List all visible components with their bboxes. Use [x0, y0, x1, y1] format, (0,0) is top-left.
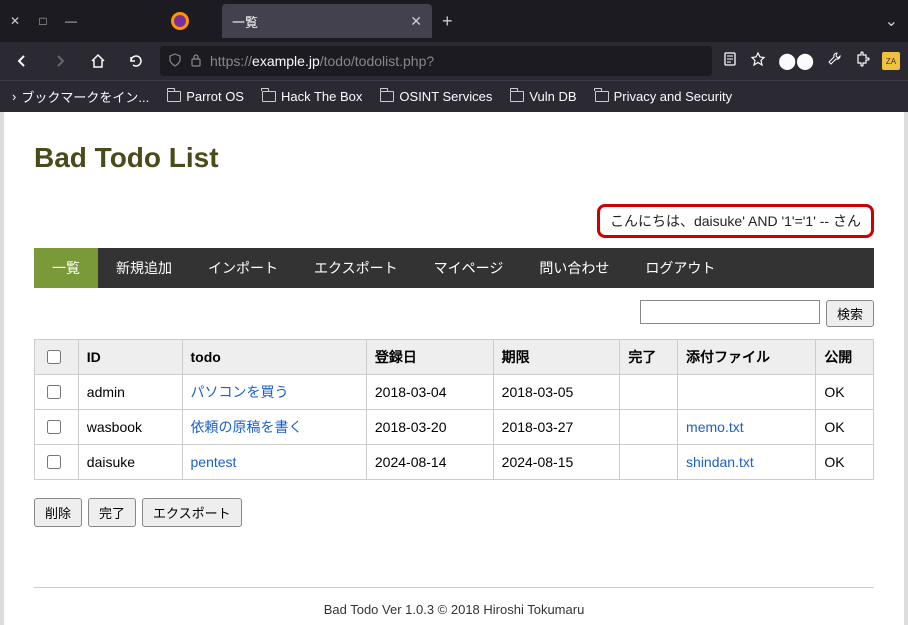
cell-due: 2024-08-15	[493, 445, 620, 480]
row-checkbox[interactable]	[47, 385, 61, 399]
table-row: admin パソコンを買う 2018-03-042018-03-05 OK	[35, 375, 874, 410]
chevron-icon: ›	[12, 89, 16, 104]
attachment-link[interactable]: memo.txt	[686, 419, 744, 435]
cell-done	[620, 410, 678, 445]
table-row: daisuke pentest 2024-08-142024-08-15 shinda…	[35, 445, 874, 480]
todo-link[interactable]: パソコンを買う	[191, 384, 289, 400]
select-all-checkbox[interactable]	[47, 350, 61, 364]
window-minimize-icon[interactable]: —	[64, 14, 78, 28]
browser-tab[interactable]: 一覧 ✕	[222, 4, 432, 38]
row-checkbox[interactable]	[47, 420, 61, 434]
home-button[interactable]	[84, 47, 112, 75]
cell-pub: OK	[816, 410, 874, 445]
window-maximize-icon[interactable]: □	[36, 14, 50, 28]
cell-pub: OK	[816, 445, 874, 480]
cell-due: 2018-03-27	[493, 410, 620, 445]
bookmark-toolbar: ›ブックマークをイン... Parrot OS Hack The Box OSI…	[0, 80, 908, 112]
tab-close-icon[interactable]: ✕	[410, 13, 422, 30]
url-text: https://example.jp/todo/todolist.php?	[210, 53, 704, 69]
reload-button[interactable]	[122, 47, 150, 75]
window-close-icon[interactable]: ✕	[8, 14, 22, 28]
cell-due: 2018-03-05	[493, 375, 620, 410]
cell-done	[620, 445, 678, 480]
new-tab-button[interactable]: +	[442, 11, 453, 32]
bookmark-folder-osint[interactable]: OSINT Services	[380, 89, 492, 104]
cell-attach: shindan.txt	[678, 445, 816, 480]
table-row: wasbook 依頼の原稿を書く 2018-03-202018-03-27 memo.…	[35, 410, 874, 445]
greeting-message: こんにちは、daisuke' AND '1'='1' -- さん	[597, 204, 874, 238]
cell-todo: 依頼の原稿を書く	[182, 410, 366, 445]
folder-icon	[510, 91, 524, 102]
menu-mypage[interactable]: マイページ	[416, 248, 522, 288]
search-button[interactable]: 検索	[826, 300, 874, 327]
todo-link[interactable]: 依頼の原稿を書く	[191, 419, 303, 435]
cell-reg: 2018-03-04	[366, 375, 493, 410]
table-header-row: ID todo 登録日 期限 完了 添付ファイル 公開	[35, 340, 874, 375]
zap-extension-icon[interactable]: ZA	[882, 52, 900, 70]
header-done: 完了	[620, 340, 678, 375]
folder-icon	[262, 91, 276, 102]
search-input[interactable]	[640, 300, 820, 324]
folder-icon	[595, 91, 609, 102]
app-menubar: 一覧 新規追加 インポート エクスポート マイページ 問い合わせ ログアウト	[34, 248, 874, 288]
bookmark-folder-vulndb[interactable]: Vuln DB	[510, 89, 576, 104]
header-due: 期限	[493, 340, 620, 375]
lock-icon[interactable]	[190, 53, 202, 70]
bookmark-folder-privacy[interactable]: Privacy and Security	[595, 89, 733, 104]
page-content: Bad Todo List こんにちは、daisuke' AND '1'='1'…	[4, 112, 904, 625]
delete-button[interactable]: 削除	[34, 498, 82, 527]
complete-button[interactable]: 完了	[88, 498, 136, 527]
folder-icon	[380, 91, 394, 102]
bookmark-import[interactable]: ›ブックマークをイン...	[12, 87, 149, 106]
tabs-dropdown-icon[interactable]: ⌄	[885, 11, 898, 31]
settings-wrench-icon[interactable]	[826, 51, 842, 72]
attachment-link[interactable]: shindan.txt	[686, 454, 754, 470]
cell-reg: 2024-08-14	[366, 445, 493, 480]
url-bar[interactable]: https://example.jp/todo/todolist.php?	[160, 46, 712, 76]
menu-export[interactable]: エクスポート	[296, 248, 416, 288]
shield-icon[interactable]	[168, 53, 182, 70]
bookmark-folder-htb[interactable]: Hack The Box	[262, 89, 362, 104]
extensions-icon[interactable]	[854, 51, 870, 72]
menu-logout[interactable]: ログアウト	[627, 248, 733, 288]
tab-title: 一覧	[232, 12, 410, 31]
page-footer: Bad Todo Ver 1.0.3 © 2018 Hiroshi Tokuma…	[34, 587, 874, 617]
cell-id: admin	[78, 375, 182, 410]
cell-done	[620, 375, 678, 410]
menu-import[interactable]: インポート	[190, 248, 296, 288]
header-id: ID	[78, 340, 182, 375]
page-viewport: Bad Todo List こんにちは、daisuke' AND '1'='1'…	[0, 112, 908, 625]
cell-todo: パソコンを買う	[182, 375, 366, 410]
reader-mode-icon[interactable]	[722, 51, 738, 72]
menu-contact[interactable]: 問い合わせ	[521, 248, 627, 288]
mask-icon[interactable]: ⬤⬤	[778, 51, 814, 71]
export-button[interactable]: エクスポート	[142, 498, 242, 527]
cell-reg: 2018-03-20	[366, 410, 493, 445]
row-checkbox[interactable]	[47, 455, 61, 469]
bookmark-folder-parrot[interactable]: Parrot OS	[167, 89, 244, 104]
forward-button	[46, 47, 74, 75]
firefox-logo-icon	[168, 9, 192, 33]
cell-attach	[678, 375, 816, 410]
cell-todo: pentest	[182, 445, 366, 480]
window-titlebar: ✕ □ — 一覧 ✕ + ⌄	[0, 0, 908, 42]
cell-id: daisuke	[78, 445, 182, 480]
cell-pub: OK	[816, 375, 874, 410]
todo-table: ID todo 登録日 期限 完了 添付ファイル 公開 admin パソコンを買う…	[34, 339, 874, 480]
folder-icon	[167, 91, 181, 102]
header-pub: 公開	[816, 340, 874, 375]
menu-new[interactable]: 新規追加	[98, 248, 190, 288]
page-title: Bad Todo List	[34, 142, 874, 174]
bookmark-star-icon[interactable]	[750, 51, 766, 72]
menu-list[interactable]: 一覧	[34, 248, 98, 288]
cell-attach: memo.txt	[678, 410, 816, 445]
cell-id: wasbook	[78, 410, 182, 445]
header-todo: todo	[182, 340, 366, 375]
browser-navbar: https://example.jp/todo/todolist.php? ⬤⬤…	[0, 42, 908, 80]
header-reg: 登録日	[366, 340, 493, 375]
back-button[interactable]	[8, 47, 36, 75]
header-attach: 添付ファイル	[678, 340, 816, 375]
todo-link[interactable]: pentest	[191, 454, 237, 470]
